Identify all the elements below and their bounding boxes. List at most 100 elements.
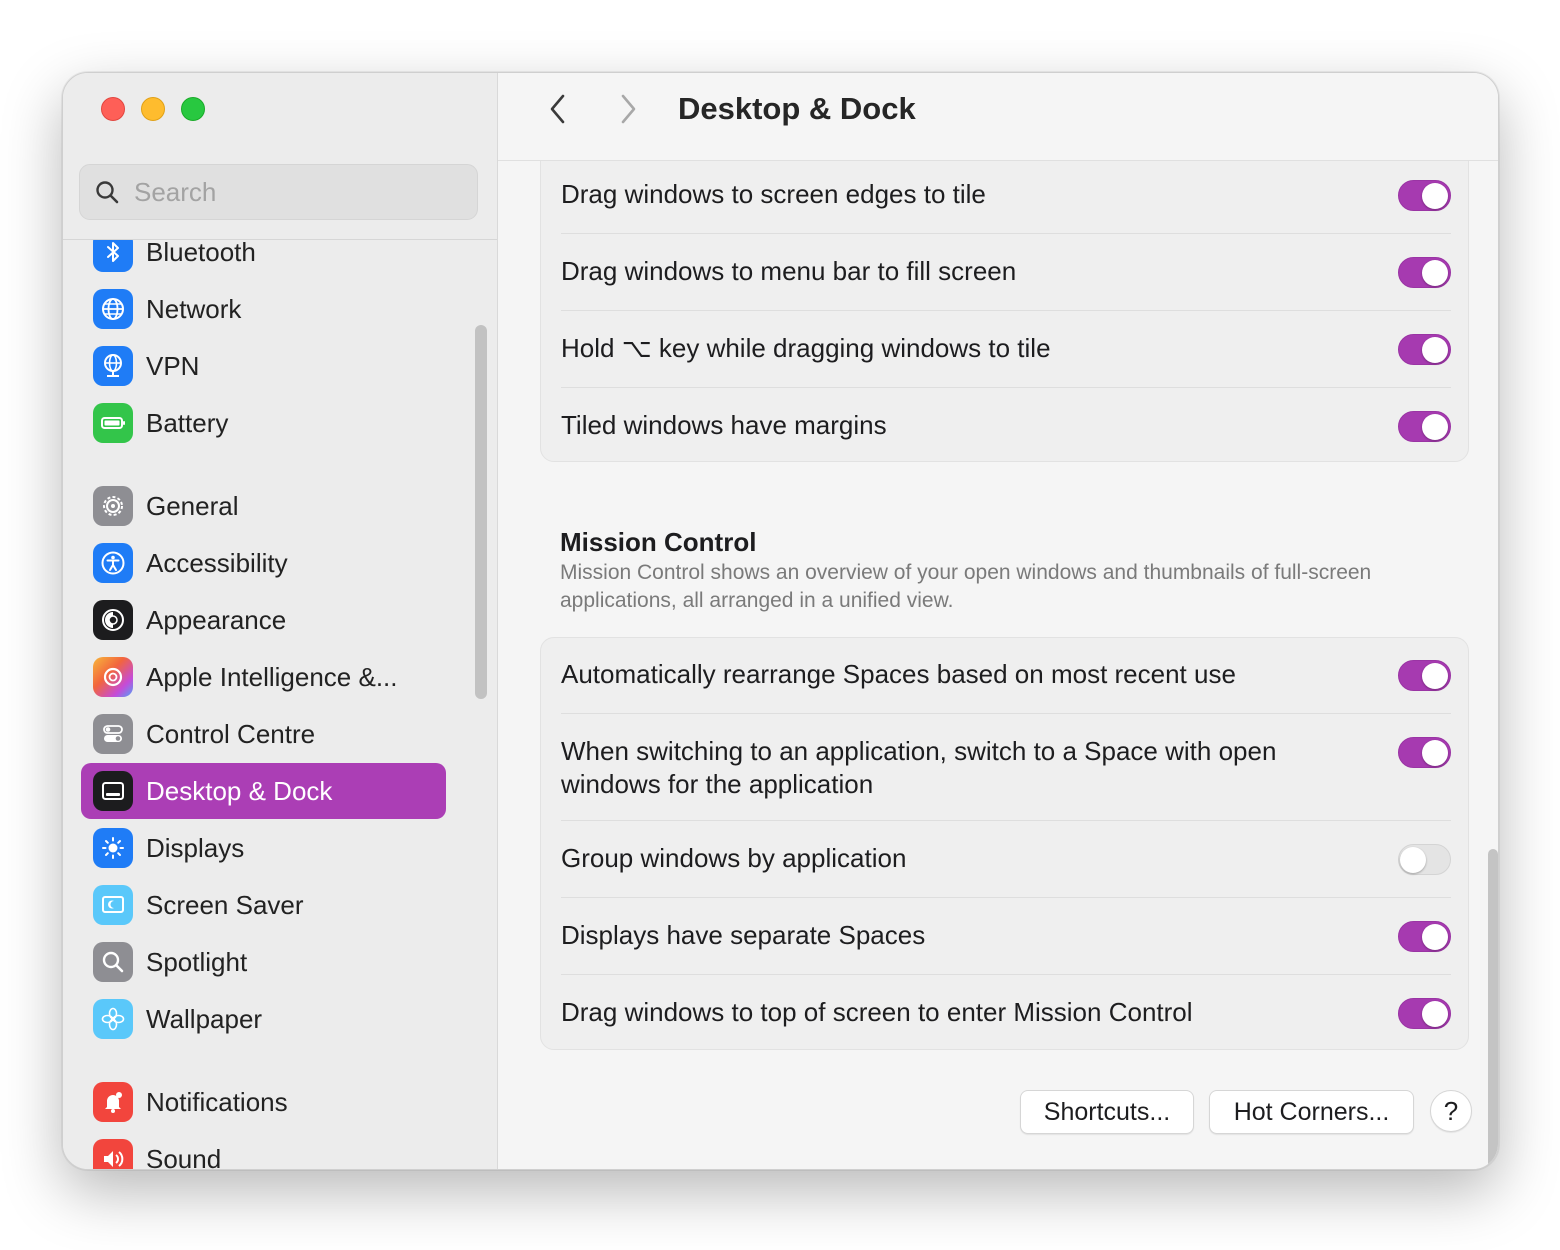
tiling-settings-card: Drag windows to screen edges to tile Dra… bbox=[540, 133, 1469, 462]
tiled-margins-toggle[interactable] bbox=[1398, 411, 1451, 442]
search-field[interactable] bbox=[79, 164, 478, 220]
toggle-knob bbox=[1422, 924, 1448, 950]
control-centre-icon bbox=[93, 714, 133, 754]
sidebar-item-displays[interactable]: Displays bbox=[81, 820, 446, 876]
shortcuts-button[interactable]: Shortcuts... bbox=[1020, 1090, 1194, 1134]
apple-intelligence-icon bbox=[93, 657, 133, 697]
group-windows-toggle[interactable] bbox=[1398, 844, 1451, 875]
setting-label: Tiled windows have margins bbox=[561, 410, 887, 440]
globe-icon bbox=[93, 289, 133, 329]
settings-row: Drag windows to menu bar to fill screen bbox=[561, 255, 1451, 288]
gear-icon bbox=[93, 486, 133, 526]
row-divider bbox=[561, 713, 1451, 714]
row-divider bbox=[561, 387, 1451, 388]
settings-row: Hold ⌥ key while dragging windows to til… bbox=[561, 332, 1451, 365]
sidebar-item-general[interactable]: General bbox=[81, 478, 446, 534]
row-divider bbox=[561, 820, 1451, 821]
drag-to-menu-bar-toggle[interactable] bbox=[1398, 257, 1451, 288]
toggle-knob bbox=[1422, 183, 1448, 209]
toggle-knob bbox=[1400, 847, 1426, 873]
page-title: Desktop & Dock bbox=[678, 91, 916, 126]
section-description: Mission Control shows an overview of you… bbox=[560, 561, 1372, 612]
setting-label: When switching to an application, switch… bbox=[561, 736, 1277, 799]
forward-button[interactable] bbox=[610, 91, 646, 127]
setting-label: Drag windows to menu bar to fill screen bbox=[561, 256, 1017, 286]
sidebar-item-appearance[interactable]: Appearance bbox=[81, 592, 446, 648]
setting-label: Drag windows to top of screen to enter M… bbox=[561, 997, 1193, 1027]
main-panel: Desktop & Dock Drag windows to screen ed… bbox=[498, 73, 1498, 1169]
sidebar-item-label: Spotlight bbox=[146, 946, 248, 977]
chevron-left-icon bbox=[550, 94, 565, 124]
sidebar-item-notifications[interactable]: Notifications bbox=[81, 1074, 446, 1130]
drag-to-edges-toggle[interactable] bbox=[1398, 180, 1451, 211]
auto-rearrange-spaces-toggle[interactable] bbox=[1398, 660, 1451, 691]
magnifier-icon bbox=[96, 181, 119, 204]
sidebar-item-label: Appearance bbox=[146, 604, 287, 635]
toolbar: Desktop & Dock bbox=[498, 73, 1498, 161]
settings-row: Group windows by application bbox=[561, 842, 1451, 875]
settings-row: Automatically rearrange Spaces based on … bbox=[561, 658, 1451, 691]
settings-row: Displays have separate Spaces bbox=[561, 919, 1451, 952]
sidebar-item-network[interactable]: Network bbox=[81, 281, 446, 337]
appearance-icon bbox=[93, 600, 133, 640]
switch-to-space-toggle[interactable] bbox=[1398, 737, 1451, 768]
setting-label: Hold ⌥ key while dragging windows to til… bbox=[561, 333, 1051, 363]
settings-row: When switching to an application, switch… bbox=[561, 735, 1451, 801]
back-button[interactable] bbox=[540, 91, 576, 127]
vpn-globe-icon bbox=[93, 346, 133, 386]
sidebar-item-label: General bbox=[146, 490, 239, 521]
close-window-button[interactable] bbox=[101, 97, 125, 121]
search-input[interactable] bbox=[134, 176, 454, 208]
section-title: Mission Control bbox=[560, 527, 757, 557]
sidebar-item-vpn[interactable]: VPN bbox=[81, 338, 446, 394]
window-controls bbox=[101, 97, 205, 121]
sidebar-item-bluetooth[interactable]: Bluetooth bbox=[81, 240, 446, 280]
sidebar-item-desktop-dock[interactable]: Desktop & Dock bbox=[81, 763, 446, 819]
sidebar-item-accessibility[interactable]: Accessibility bbox=[81, 535, 446, 591]
battery-icon bbox=[93, 403, 133, 443]
bell-icon bbox=[93, 1082, 133, 1122]
zoom-window-button[interactable] bbox=[181, 97, 205, 121]
sidebar-item-label: VPN bbox=[146, 350, 200, 381]
flower-icon bbox=[93, 999, 133, 1039]
hot-corners-button[interactable]: Hot Corners... bbox=[1209, 1090, 1414, 1134]
mission-control-settings-card: Automatically rearrange Spaces based on … bbox=[540, 637, 1469, 1050]
sidebar-item-spotlight[interactable]: Spotlight bbox=[81, 934, 446, 990]
chevron-right-icon bbox=[621, 94, 636, 124]
drag-to-top-mission-control-toggle[interactable] bbox=[1398, 998, 1451, 1029]
sidebar-item-screen-saver[interactable]: Screen Saver bbox=[81, 877, 446, 933]
settings-window: Bluetooth Network VPN Batt bbox=[62, 72, 1499, 1170]
sidebar-item-label: Desktop & Dock bbox=[146, 775, 333, 806]
setting-label: Displays have separate Spaces bbox=[561, 920, 926, 950]
sidebar-item-label: Accessibility bbox=[146, 547, 288, 578]
sidebar-item-wallpaper[interactable]: Wallpaper bbox=[81, 991, 446, 1047]
setting-label: Group windows by application bbox=[561, 843, 907, 873]
sidebar-item-apple-intelligence[interactable]: Apple Intelligence &... bbox=[81, 649, 446, 705]
sidebar-item-sound[interactable]: Sound bbox=[81, 1131, 446, 1169]
setting-label: Automatically rearrange Spaces based on … bbox=[561, 659, 1236, 689]
sidebar-item-label: Sound bbox=[146, 1143, 222, 1170]
toggle-knob bbox=[1422, 740, 1448, 766]
setting-label: Drag windows to screen edges to tile bbox=[561, 179, 986, 209]
sidebar-item-label: Notifications bbox=[146, 1086, 288, 1117]
row-divider bbox=[561, 233, 1451, 234]
row-divider bbox=[561, 897, 1451, 898]
toggle-knob bbox=[1422, 1001, 1448, 1027]
sidebar-item-label: Battery bbox=[146, 407, 229, 438]
sidebar-item-label: Network bbox=[146, 293, 242, 324]
hold-option-key-toggle[interactable] bbox=[1398, 334, 1451, 365]
row-divider bbox=[561, 974, 1451, 975]
help-button[interactable]: ? bbox=[1430, 1090, 1472, 1132]
dock-icon bbox=[93, 771, 133, 811]
separate-spaces-toggle[interactable] bbox=[1398, 921, 1451, 952]
sidebar-item-battery[interactable]: Battery bbox=[81, 395, 446, 451]
sidebar-item-control-centre[interactable]: Control Centre bbox=[81, 706, 446, 762]
minimize-window-button[interactable] bbox=[141, 97, 165, 121]
sidebar-scrollbar[interactable] bbox=[475, 325, 487, 699]
bluetooth-icon bbox=[93, 240, 133, 272]
sidebar-item-label: Displays bbox=[146, 832, 245, 863]
main-scrollbar[interactable] bbox=[1488, 849, 1498, 1169]
row-divider bbox=[561, 310, 1451, 311]
toggle-knob bbox=[1422, 337, 1448, 363]
toggle-knob bbox=[1422, 260, 1448, 286]
